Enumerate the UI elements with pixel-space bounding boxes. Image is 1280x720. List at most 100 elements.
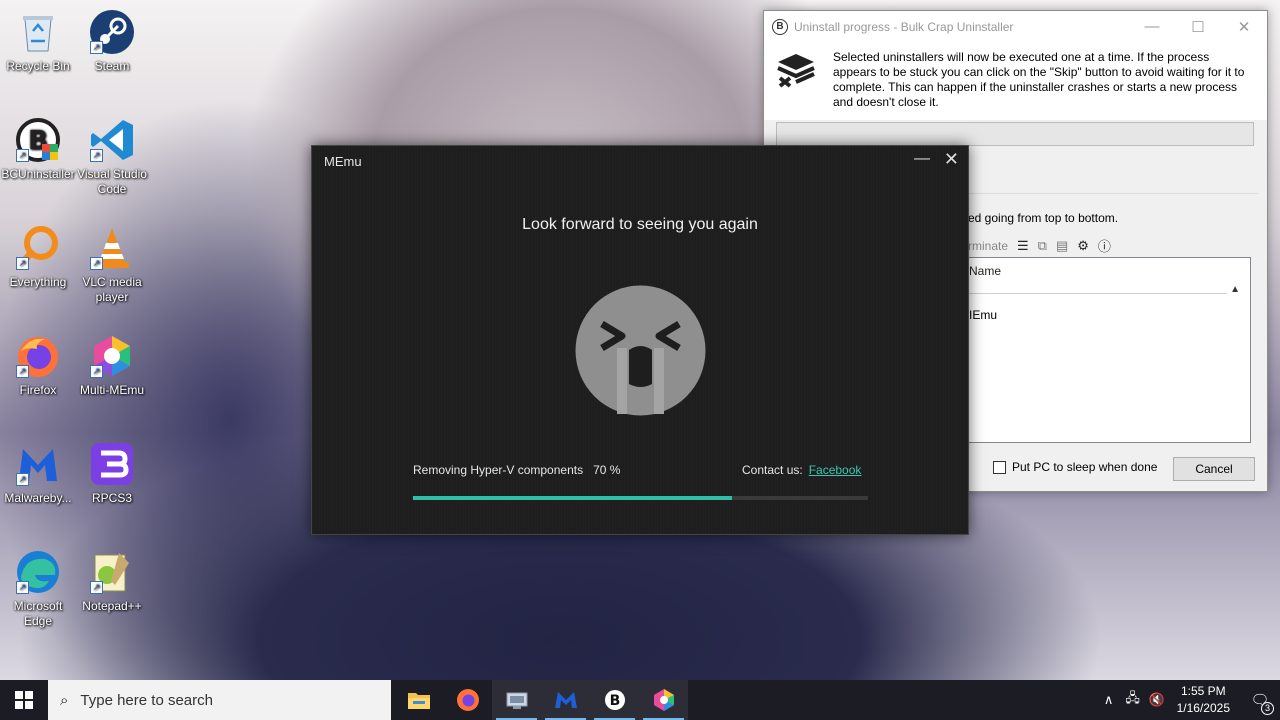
bcu-icon: B [604, 690, 625, 710]
memu-uninstall-dialog: MEmu — ✕ Look forward to seeing you agai… [311, 145, 969, 535]
bcu-message: Selected uninstallers will now be execut… [833, 50, 1245, 109]
everything-icon: ↗ [14, 224, 62, 272]
desktop-icon-recycle-bin[interactable]: Recycle Bin [0, 8, 76, 74]
desktop-icon-vscode[interactable]: ↗ Visual Studio Code [74, 116, 150, 197]
desktop-icon-firefox[interactable]: ↗ Firefox [0, 332, 76, 398]
minimize-button[interactable]: — [1129, 18, 1175, 36]
sleep-checkbox-row[interactable]: Put PC to sleep when done [993, 460, 1157, 474]
desktop-icon-steam[interactable]: ↗ Steam [74, 8, 150, 74]
bcu-logo-icon: B [772, 18, 788, 35]
contact-label: Contact us: [742, 463, 803, 477]
list-icon[interactable]: ☰ [1017, 238, 1029, 254]
clock-time: 1:55 PM [1180, 684, 1226, 698]
desktop-icon-label: Recycle Bin [6, 59, 70, 73]
uninstall-status: Removing Hyper-V components 70 % [413, 463, 620, 477]
vscode-icon: ↗ [88, 116, 136, 164]
desktop-icon-multi-memu[interactable]: ↗ Multi-MEmu [74, 332, 150, 398]
chevron-up-icon[interactable]: ∧ [1097, 692, 1121, 708]
terminate-button[interactable]: rminate [968, 239, 1008, 253]
desktop-icon-label: Visual Studio Code [77, 167, 147, 196]
desktop-icon-vlc[interactable]: ↗ VLC media player [74, 224, 150, 305]
network-app-icon [506, 692, 527, 709]
sleep-checkbox[interactable] [993, 460, 1006, 474]
system-tray: ∧ 🖧 🔇 1:55 PM 1/16/2025 🗨 3 [1097, 683, 1280, 717]
steam-icon: ↗ [88, 8, 136, 56]
notification-count: 3 [1261, 702, 1274, 715]
desktop-icon-edge[interactable]: ↗ Microsoft Edge [0, 548, 76, 629]
clock-date: 1/16/2025 [1176, 701, 1230, 715]
taskbar-app-firefox[interactable] [443, 680, 492, 720]
vlc-icon: ↗ [88, 224, 136, 272]
maximize-button[interactable]: ☐ [1175, 18, 1221, 36]
sleep-checkbox-label: Put PC to sleep when done [1012, 460, 1158, 474]
malwarebytes-icon: ↗ [14, 440, 62, 488]
status-text: Removing Hyper-V components [413, 463, 584, 477]
close-button[interactable]: ✕ [944, 149, 959, 170]
column-header-name[interactable]: Name [969, 264, 1001, 278]
sort-chevron-up-icon[interactable]: ▲ [1230, 284, 1240, 295]
network-icon[interactable]: 🖧 [1121, 689, 1145, 711]
gear-icon[interactable]: ⚙ [1077, 238, 1089, 254]
bcu-window-title: Uninstall progress - Bulk Crap Uninstall… [794, 19, 1014, 34]
bcu-info-header: Selected uninstallers will now be execut… [764, 42, 1267, 120]
desktop-icon-label: Microsoft Edge [13, 599, 63, 628]
multi-memu-icon: ↗ [88, 332, 136, 380]
list-item[interactable]: IEmu [969, 308, 997, 322]
facebook-link[interactable]: Facebook [809, 463, 862, 477]
bcu-description: ed going from top to bottom. [968, 211, 1119, 225]
volume-muted-icon[interactable]: 🔇 [1145, 692, 1169, 708]
rpcs3-icon [88, 440, 136, 488]
farewell-heading: Look forward to seeing you again [522, 216, 758, 233]
contact-row: Contact us: Facebook [742, 463, 861, 477]
bcu-toolbar: rminate ☰ ⧉ ▤ ⚙ ⓘ [968, 236, 1111, 255]
desktop-icon-label: Multi-MEmu [79, 383, 144, 397]
desktop-icon-label: Everything [9, 275, 67, 289]
taskbar-app-bcu[interactable]: B [590, 680, 639, 720]
bcu-progress-bar [776, 122, 1254, 146]
taskbar-clock[interactable]: 1:55 PM 1/16/2025 [1177, 683, 1230, 717]
layers-remove-icon [777, 54, 815, 88]
file-explorer-icon [407, 693, 430, 709]
taskbar-app-file-explorer[interactable] [394, 680, 443, 720]
firefox-icon [456, 689, 479, 711]
desktop-icon-rpcs3[interactable]: RPCS3 [74, 440, 150, 506]
memu-window-title: MEmu [324, 154, 362, 169]
bcu-task-list[interactable]: Name ▲ IEmu [968, 257, 1251, 443]
memu-icon [554, 692, 577, 708]
desktop-icon-everything[interactable]: ↗ Everything [0, 224, 76, 290]
bcu-title-bar[interactable]: B Uninstall progress - Bulk Crap Uninsta… [764, 11, 1267, 42]
open-external-icon[interactable]: ⧉ [1038, 238, 1047, 254]
desktop-icon-label: VLC media player [82, 275, 142, 304]
close-button[interactable]: ✕ [1221, 18, 1267, 36]
desktop-icon-label: Steam [94, 59, 130, 73]
taskbar-app-memu[interactable] [541, 680, 590, 720]
desktop-icon-label: Firefox [19, 383, 57, 397]
firefox-icon: ↗ [14, 332, 62, 380]
crying-face-icon [575, 285, 706, 416]
progress-fill [413, 496, 732, 500]
taskbar-app-multi-memu[interactable] [639, 680, 688, 720]
taskbar-search-box[interactable]: ⌕ Type here to search [48, 680, 391, 720]
taskbar: ⌕ Type here to search B ∧ 🖧 🔇 1:55 PM 1/… [0, 680, 1280, 720]
minimize-button[interactable]: — [914, 150, 930, 168]
document-icon[interactable]: ▤ [1056, 238, 1068, 254]
desktop-icon-notepadpp[interactable]: ↗ Notepad++ [74, 548, 150, 614]
notification-center-button[interactable]: 🗨 3 [1240, 691, 1280, 715]
cancel-button[interactable]: Cancel [1173, 457, 1255, 481]
desktop-icon-bcuninstaller[interactable]: B ↗ BCUninstaller [0, 116, 76, 182]
progress-percent: 70 % [593, 463, 621, 477]
desktop-icon-label: RPCS3 [91, 491, 132, 505]
recycle-bin-icon [14, 8, 62, 56]
desktop-icon-label: Malwareby... [4, 491, 72, 505]
windows-logo-icon [15, 691, 33, 709]
desktop-icon-malwarebytes[interactable]: ↗ Malwareby... [0, 440, 76, 506]
multi-memu-icon [653, 689, 674, 711]
search-icon: ⌕ [60, 691, 69, 709]
search-placeholder: Type here to search [80, 691, 213, 709]
taskbar-app-network[interactable] [492, 680, 541, 720]
desktop-icon-label: BCUninstaller [1, 167, 75, 181]
start-button[interactable] [0, 680, 48, 720]
desktop-icon-label: Notepad++ [82, 599, 142, 613]
info-icon[interactable]: ⓘ [1098, 236, 1111, 255]
svg-text:B: B [609, 693, 620, 709]
